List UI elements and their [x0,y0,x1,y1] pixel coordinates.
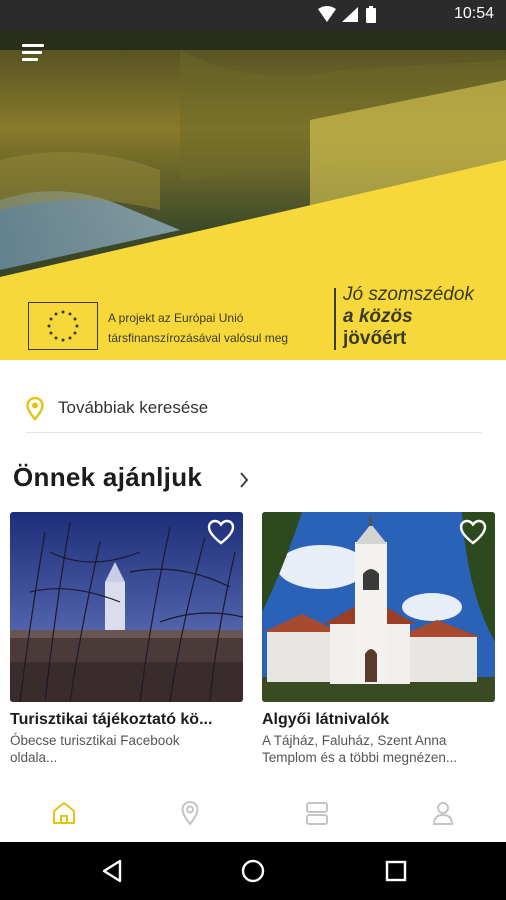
back-button[interactable] [98,856,128,886]
eu-text-line: társfinanszírozásával valósul meg [108,331,289,345]
home-circle-icon [241,859,265,883]
slogan-divider [334,288,336,350]
section-title[interactable]: Önnek ajánljuk [13,462,202,493]
slogan-line: Jó szomszédok [343,284,474,305]
tab-profile[interactable] [428,798,458,828]
status-bar: 10:54 [0,0,506,30]
card-description-line: Óbecse turisztikai Facebook [10,733,180,748]
status-icons [318,6,376,23]
back-triangle-icon [102,859,122,883]
card-description-line: Templom és a többi megnézen... [262,750,458,765]
tab-map[interactable] [175,798,205,828]
eu-funding-text: A projekt az Európai Unió társfinanszíro… [108,308,318,348]
card-description-line: A Tájház, Faluház, Szent Anna [262,733,447,748]
card-description: Óbecse turisztikai Facebook oldala... [10,732,243,766]
search-field[interactable]: Továbbiak keresése [26,388,482,433]
menu-line [22,51,42,54]
slogan-line: jövőért [343,328,407,349]
slogan-line: a közös [343,306,413,327]
favorite-heart-icon[interactable] [207,519,235,545]
home-icon [53,802,75,824]
tab-home[interactable] [49,798,79,828]
list-icon [306,802,328,825]
recommendation-card[interactable]: Algyői látnivalók A Tájház, Faluház, Sze… [262,512,495,766]
recommendation-card[interactable]: Turisztikai tájékoztató kö... Óbecse tur… [10,512,243,766]
eu-stars-icon [47,310,79,342]
user-icon [432,802,454,825]
card-image [10,512,243,702]
menu-line [22,58,38,61]
recents-square-icon [385,860,407,882]
eu-flag-logo [28,302,98,350]
signal-icon [342,7,358,22]
status-time: 10:54 [453,5,494,22]
menu-button[interactable] [22,44,44,64]
card-title: Turisztikai tájékoztató kö... [10,711,213,728]
card-title: Algyői látnivalók [262,711,390,728]
location-pin-icon [26,397,44,421]
slogan: Jó szomszédok a közös jövőért [343,284,474,350]
bottom-tab-bar [0,788,506,840]
card-description-line: oldala... [10,750,58,765]
system-navigation-bar [0,842,506,900]
home-button[interactable] [238,856,268,886]
card-image [262,512,495,702]
map-pin-icon [181,800,199,826]
card-description: A Tájház, Faluház, Szent Anna Templom és… [262,732,495,766]
favorite-heart-icon[interactable] [459,519,487,545]
wifi-icon [318,6,336,22]
search-placeholder: Továbbiak keresése [58,398,209,417]
chevron-right-icon[interactable] [238,470,250,490]
recents-button[interactable] [381,856,411,886]
eu-text-line: A projekt az Európai Unió [108,311,244,325]
tab-list[interactable] [302,798,332,828]
menu-line [22,44,44,47]
battery-icon [366,6,376,23]
